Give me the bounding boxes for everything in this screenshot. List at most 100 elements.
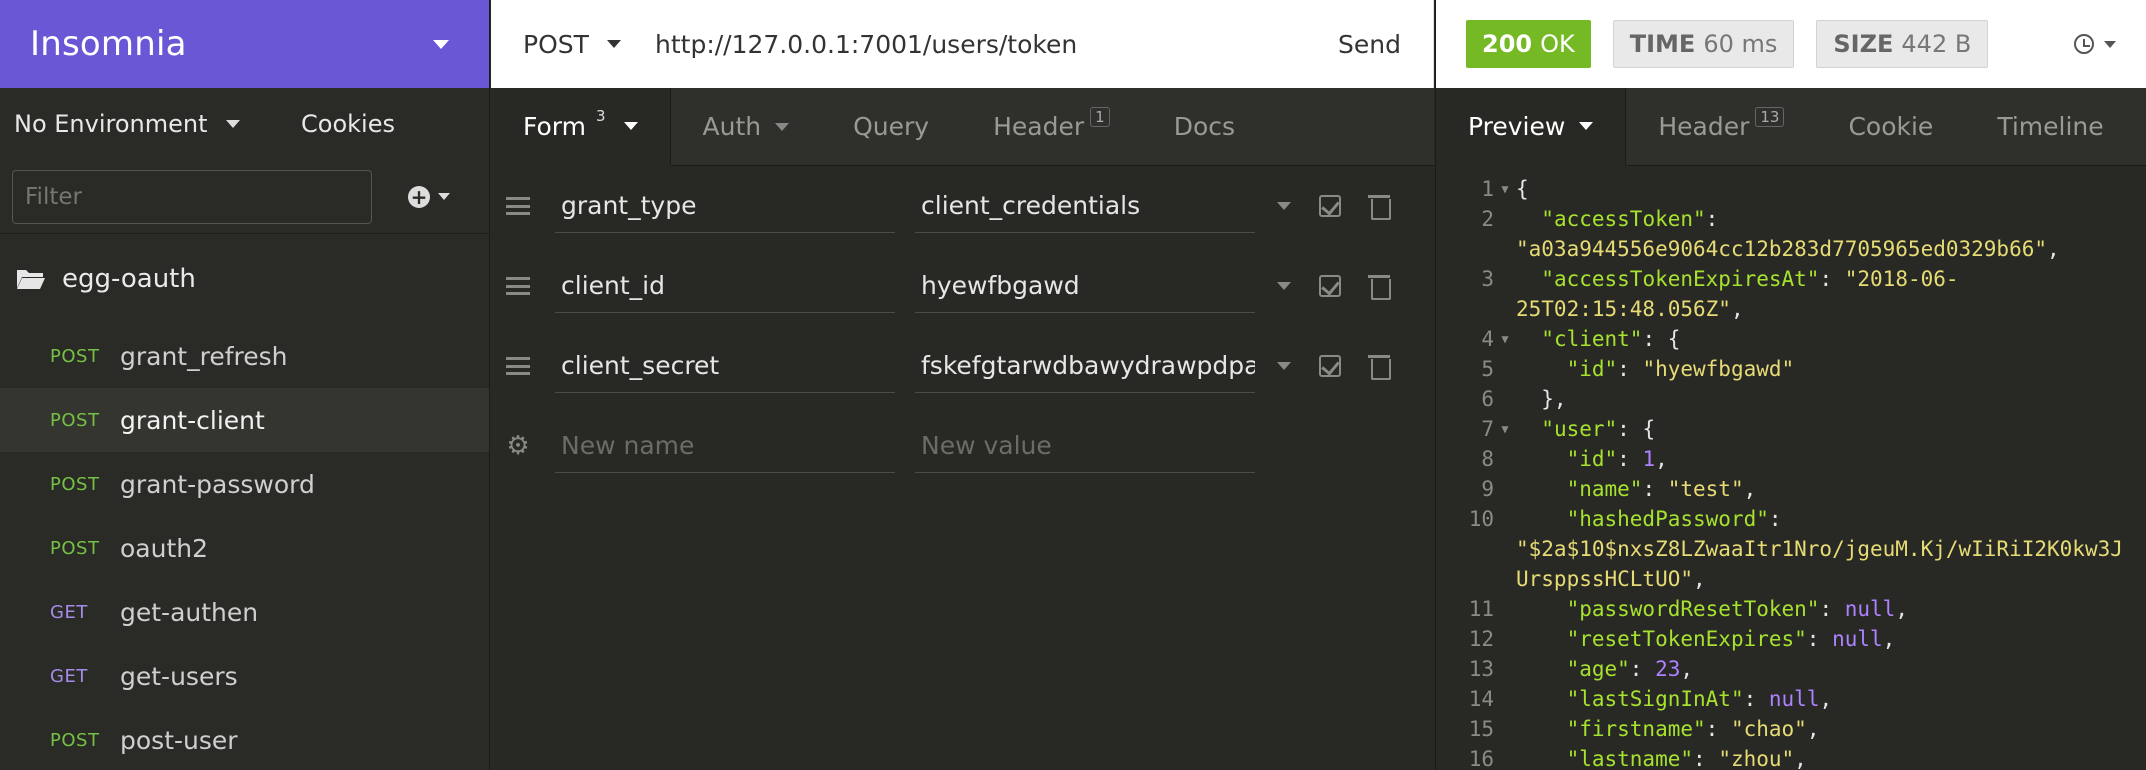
param-value-input[interactable]: client_credentials [915,179,1255,233]
code-line: UrsppssHCLtUO", [1436,564,2146,594]
chevron-down-icon [1579,122,1594,130]
request-item-grant-refresh[interactable]: POST grant_refresh [0,324,489,388]
fold-toggle-icon[interactable]: ▼ [1494,174,1516,204]
code-token: : [1705,717,1731,741]
folder-egg-oauth[interactable]: egg-oauth [0,234,489,324]
param-name-input[interactable]: client_secret [555,339,895,393]
code-token: "2018-06- [1844,267,1959,291]
method-selector[interactable]: POST [523,30,655,59]
chevron-down-icon [606,40,621,48]
tab-form[interactable]: Form 3 [491,88,671,166]
chevron-down-icon[interactable] [1277,202,1291,210]
code-token: 1 [1642,447,1656,471]
code-token: , [1882,627,1896,651]
fold-gutter [1494,264,1516,294]
tab-query[interactable]: Query [821,88,962,165]
fold-gutter [1494,654,1516,684]
line-number: 8 [1481,447,1494,471]
tab-timeline[interactable]: Timeline [1965,88,2146,165]
drag-handle[interactable] [491,277,545,295]
request-label: get-authen [120,597,259,627]
add-request-button[interactable]: + [408,185,450,208]
drag-handle[interactable] [491,357,545,375]
code-line: "$2a$10$nxsZ8LZwaaItr1Nro/jgeuM.Kj/wIiRi… [1436,534,2146,564]
code-token: : [1819,597,1845,621]
line-number: 13 [1468,657,1494,681]
request-item-grant-password[interactable]: POST grant-password [0,452,489,516]
code-token: : [1629,657,1656,681]
line-number: 14 [1468,687,1494,711]
new-value-input[interactable]: New value [915,419,1255,473]
code-line: 2 "accessToken": [1436,204,2146,234]
request-item-grant-client[interactable]: POST grant-client [0,388,489,452]
checkbox-icon[interactable] [1319,355,1341,377]
request-item-get-authen[interactable]: GET get-authen [0,580,489,644]
line-number: 4 [1481,327,1494,351]
drag-handle[interactable] [491,197,545,215]
code-text: "age": 23, [1516,654,1693,684]
chevron-down-icon[interactable] [1277,282,1291,290]
code-token: "firstname" [1566,717,1706,741]
line-number [1436,294,1494,324]
cookies-button[interactable]: Cookies [301,110,395,138]
send-button[interactable]: Send [1338,30,1401,59]
line-number: 11 [1468,597,1494,621]
chevron-down-icon[interactable] [1277,362,1291,370]
line-number: 16 [1468,747,1494,770]
param-value-input[interactable]: hyewfbgawd [915,259,1255,313]
request-label: grant-password [120,469,315,499]
tab-cookie[interactable]: Cookie [1816,88,1966,165]
code-token: : [1743,687,1769,711]
code-token: "hashedPassword" [1566,507,1769,531]
request-label: oauth2 [120,533,209,563]
code-text: "user": { [1516,414,1655,444]
fold-gutter [1494,534,1516,564]
tab-response-header[interactable]: Header 13 [1626,88,1817,165]
param-name-input[interactable]: client_id [555,259,895,313]
code-text: UrsppssHCLtUO", [1516,564,1706,594]
code-token: "accessToken" [1541,207,1706,231]
tab-preview[interactable]: Preview [1436,88,1627,166]
fold-toggle-icon[interactable]: ▼ [1494,324,1516,354]
tab-auth[interactable]: Auth [670,88,822,165]
tab-docs[interactable]: Docs [1141,88,1434,165]
param-value-input[interactable]: fskefgtarwdbawydrawpdpa [915,339,1255,393]
fold-toggle-icon[interactable]: ▼ [1494,414,1516,444]
code-token: : [1617,357,1643,381]
tab-header[interactable]: Header 1 [961,88,1142,165]
code-token: "chao" [1730,717,1807,741]
code-line: 12 "resetTokenExpires": null, [1436,624,2146,654]
trash-icon[interactable] [1368,354,1391,380]
tab-label: Cookie [1848,112,1934,141]
code-token: : [1642,477,1668,501]
checkbox-icon[interactable] [1319,275,1341,297]
url-input[interactable]: http://127.0.0.1:7001/users/token [655,30,1338,59]
request-item-post-user[interactable]: POST post-user [0,708,489,770]
param-name-input[interactable]: grant_type [555,179,895,233]
workspace-menu[interactable]: Insomnia [0,0,489,88]
trash-icon[interactable] [1368,274,1391,300]
fold-gutter [1494,714,1516,744]
chevron-down-icon [623,122,638,130]
line-number: 6 [1481,387,1494,411]
new-name-input[interactable]: New name [555,419,895,473]
trash-icon[interactable] [1368,194,1391,220]
request-item-oauth2[interactable]: POST oauth2 [0,516,489,580]
code-token: , [1895,597,1908,621]
history-button[interactable] [2074,34,2116,54]
checkbox-icon[interactable] [1319,195,1341,217]
request-item-get-users[interactable]: GET get-users [0,644,489,708]
request-label: post-user [120,725,238,755]
code-token: null [1768,687,1820,711]
response-body[interactable]: 1 ▼{2 "accessToken": "a03a944556e9064cc12b… [1436,166,2146,770]
fold-gutter [1494,354,1516,384]
filter-input[interactable] [12,169,372,224]
fold-gutter [1494,564,1516,594]
environment-selector[interactable]: No Environment [14,110,240,138]
code-token: , [1743,477,1757,501]
